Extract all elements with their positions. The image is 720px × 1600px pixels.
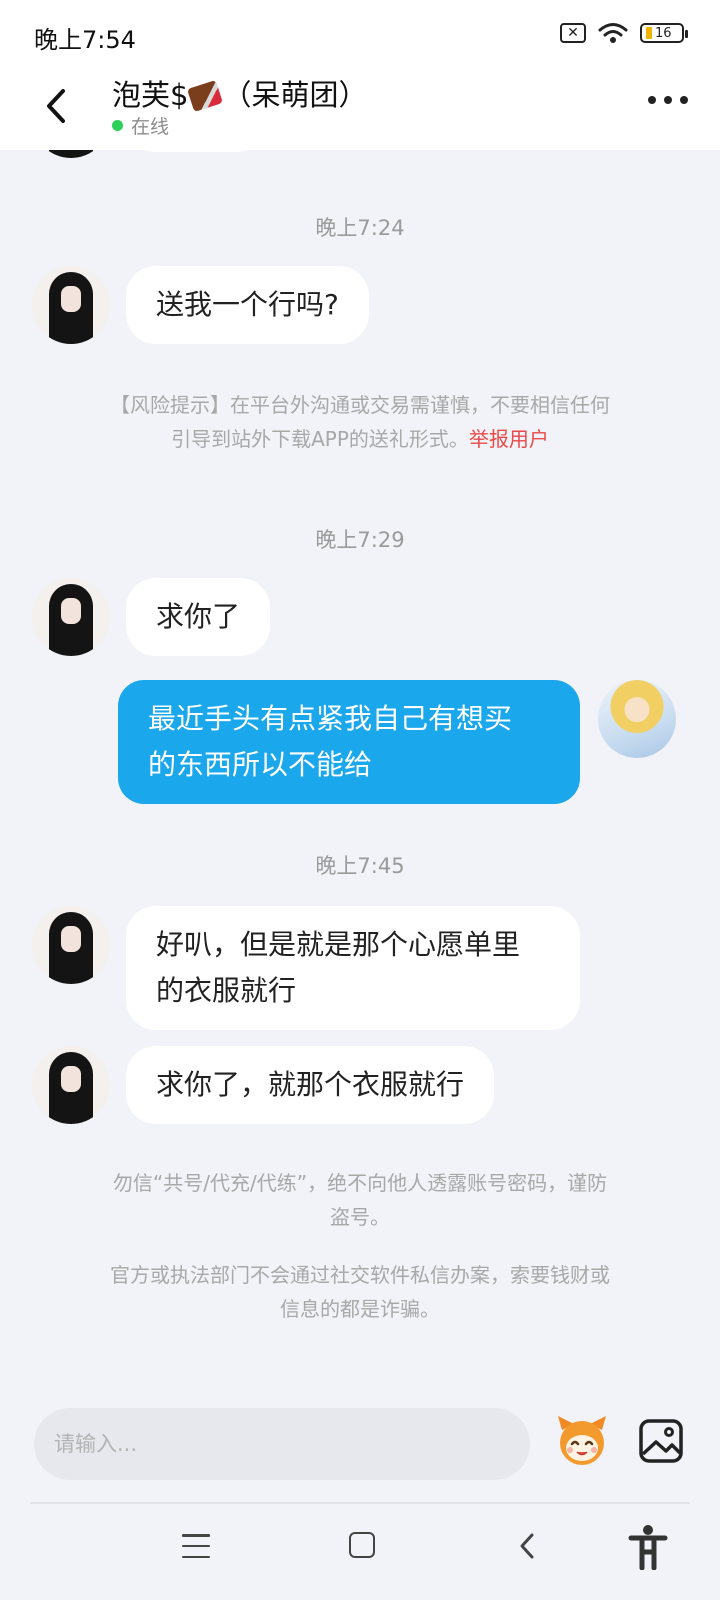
contact-avatar[interactable]: [32, 150, 110, 158]
wifi-icon: [598, 22, 628, 44]
battery-level: 16: [655, 25, 672, 41]
security-notice-line2: 盗号。: [330, 1205, 390, 1229]
battery-fill: [646, 27, 652, 39]
sim-off-icon: ✕: [560, 23, 586, 43]
contact-avatar[interactable]: [32, 906, 110, 984]
more-dot: [648, 96, 656, 104]
message-bubble-incoming[interactable]: 求你了，就那个衣服就行: [126, 1046, 495, 1124]
menu-icon[interactable]: [182, 1534, 210, 1558]
battery-icon: 16: [640, 23, 688, 43]
message-bubble-incoming[interactable]: 好叭，但是就是那个心愿单里 的衣服就行: [126, 906, 580, 1030]
message-list[interactable]: 晚上7:24 送我一个行吗? 【风险提示】在平台外沟通或交易需谨慎，不要相信任何…: [0, 150, 720, 1382]
more-options-button[interactable]: [648, 92, 688, 108]
message-line: 的东西所以不能给: [148, 748, 373, 781]
fraud-notice-line1: 官方或执法部门不会通过社交软件私信办案，索要钱财或: [110, 1263, 610, 1287]
status-time: 晚上7:54: [34, 26, 136, 54]
back-button[interactable]: [36, 84, 76, 128]
chat-title[interactable]: 泡芙$ （呆萌团）: [112, 72, 367, 114]
chat-title-group: （呆萌团）: [222, 78, 368, 112]
input-bar: [0, 1382, 720, 1500]
timestamp: 晚上7:45: [315, 854, 405, 878]
image-picker-icon: [639, 1419, 683, 1463]
online-status-label: 在线: [131, 116, 170, 138]
system-nav-bar: [0, 1504, 720, 1600]
message-input[interactable]: [34, 1408, 530, 1480]
image-picker-button[interactable]: [638, 1418, 684, 1464]
risk-notice-line2: 引导到站外下载APP的送礼形式。: [171, 427, 469, 451]
fraud-notice-line2: 信息的都是诈骗。: [280, 1297, 440, 1321]
menu-line: [182, 1534, 210, 1537]
timestamp: 晚上7:29: [315, 528, 405, 552]
risk-notice: 【风险提示】在平台外沟通或交易需谨慎，不要相信任何 引导到站外下载APP的送礼形…: [60, 388, 660, 456]
more-dot: [680, 96, 688, 104]
message-bubble-outgoing[interactable]: 最近手头有点紧我自己有想买 的东西所以不能给: [118, 680, 580, 804]
message-bubble-partial: [126, 150, 266, 152]
chat-header: 泡芙$ （呆萌团） 在线: [0, 70, 720, 150]
status-icons: ✕ 16: [560, 22, 688, 44]
security-notice-line1: 勿信“共号/代充/代练”，绝不向他人透露账号密码，谨防: [112, 1171, 608, 1195]
status-bar: 晚上7:54 ✕ 16: [0, 0, 720, 70]
message-line: 好叭，但是就是那个心愿单里: [156, 928, 521, 961]
timestamp: 晚上7:24: [315, 216, 405, 240]
menu-line: [182, 1555, 210, 1558]
back-icon[interactable]: [516, 1532, 540, 1560]
message-bubble-incoming[interactable]: 求你了: [126, 578, 271, 656]
contact-avatar[interactable]: [32, 578, 110, 656]
home-icon[interactable]: [349, 1532, 375, 1558]
contact-avatar[interactable]: [32, 1046, 110, 1124]
security-notice: 勿信“共号/代充/代练”，绝不向他人透露账号密码，谨防 盗号。: [60, 1166, 660, 1234]
risk-notice-line1: 【风险提示】在平台外沟通或交易需谨慎，不要相信任何: [110, 393, 610, 417]
emoji-button[interactable]: [554, 1412, 610, 1468]
report-user-link[interactable]: 举报用户: [469, 427, 549, 451]
emoji-mascot-icon: [558, 1416, 606, 1465]
my-avatar[interactable]: [598, 680, 676, 758]
chat-title-name: 泡芙$: [112, 78, 189, 112]
online-dot-icon: [112, 120, 123, 131]
accessibility-icon[interactable]: [628, 1524, 668, 1571]
online-status: 在线: [112, 112, 169, 139]
message-bubble-incoming[interactable]: 送我一个行吗?: [126, 266, 369, 344]
message-line: 最近手头有点紧我自己有想买: [148, 702, 513, 735]
menu-line: [182, 1544, 210, 1548]
message-line: 的衣服就行: [156, 974, 297, 1007]
chocolate-emoji-icon: [187, 79, 224, 113]
contact-avatar[interactable]: [32, 266, 110, 344]
fraud-notice: 官方或执法部门不会通过社交软件私信办案，索要钱财或 信息的都是诈骗。: [60, 1258, 660, 1326]
back-chevron-icon: [47, 89, 65, 123]
more-dot: [664, 96, 672, 104]
